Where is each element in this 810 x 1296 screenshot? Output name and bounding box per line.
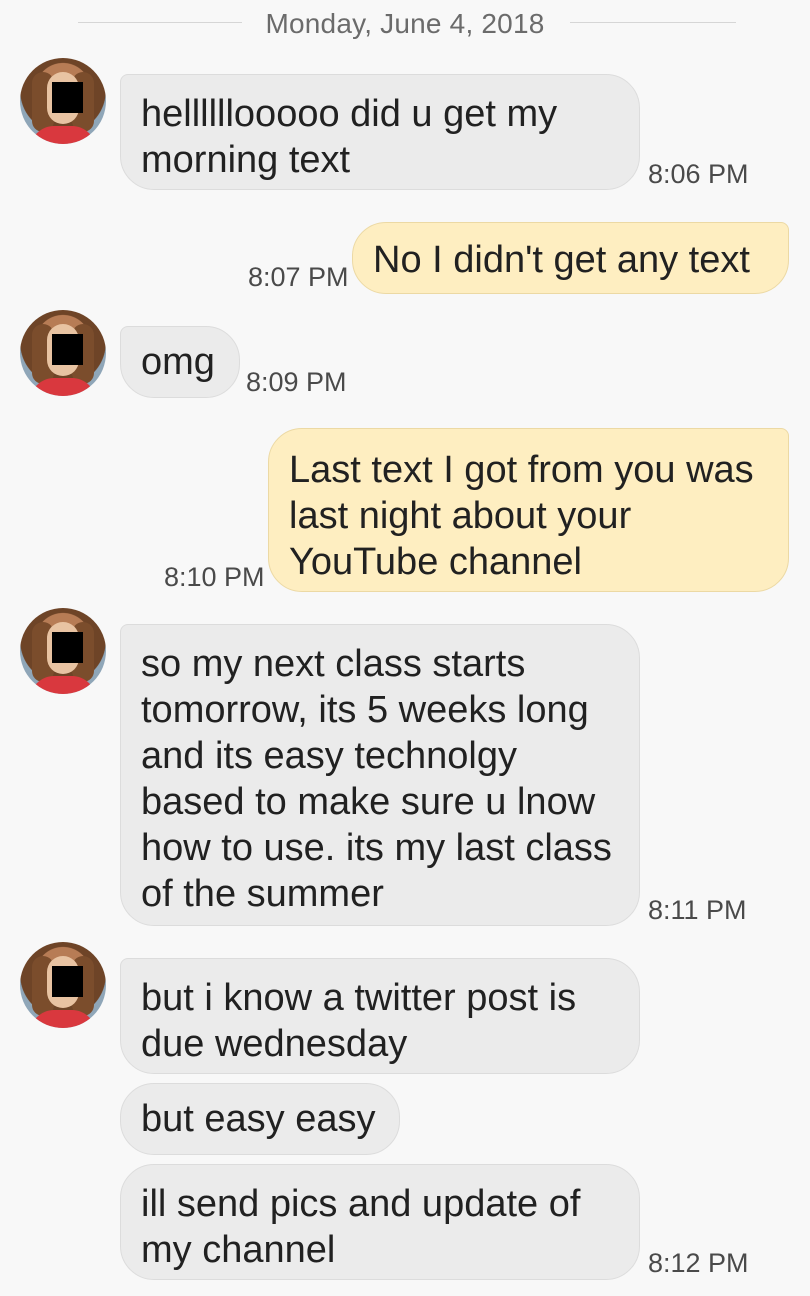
incoming-message[interactable]: hellllllooooo did u get my morning text bbox=[120, 74, 640, 190]
message-timestamp: 8:11 PM bbox=[648, 895, 747, 925]
message-timestamp: 8:10 PM bbox=[164, 562, 265, 592]
message-timestamp: 8:12 PM bbox=[648, 1248, 749, 1278]
date-header: Monday, June 4, 2018 bbox=[265, 8, 545, 39]
date-separator: Monday, June 4, 2018 bbox=[0, 0, 810, 50]
contact-avatar[interactable] bbox=[20, 942, 106, 1028]
incoming-message[interactable]: but easy easy bbox=[120, 1083, 400, 1155]
incoming-message[interactable]: but i know a twitter post is due wednesd… bbox=[120, 958, 640, 1074]
message-timestamp: 8:09 PM bbox=[246, 367, 347, 397]
message-text: No I didn't get any text bbox=[373, 239, 750, 281]
message-text: hellllllooooo did u get my morning text bbox=[141, 93, 558, 181]
redaction-box bbox=[52, 966, 83, 997]
contact-avatar[interactable] bbox=[20, 310, 106, 396]
message-timestamp: 8:07 PM bbox=[248, 262, 349, 292]
incoming-message[interactable]: ill send pics and update of my channel bbox=[120, 1164, 640, 1280]
incoming-message[interactable]: so my next class starts tomorrow, its 5 … bbox=[120, 624, 640, 926]
message-text: but easy easy bbox=[141, 1098, 376, 1140]
message-text: Last text I got from you was last night … bbox=[289, 449, 754, 583]
redaction-box bbox=[52, 632, 83, 663]
message-timestamp: 8:06 PM bbox=[648, 159, 749, 189]
message-text: so my next class starts tomorrow, its 5 … bbox=[141, 643, 612, 915]
redaction-box bbox=[52, 334, 83, 365]
message-text: ill send pics and update of my channel bbox=[141, 1183, 581, 1271]
message-text: omg bbox=[141, 341, 215, 383]
outgoing-message[interactable]: No I didn't get any text bbox=[352, 222, 789, 294]
incoming-message[interactable]: omg bbox=[120, 326, 240, 398]
redaction-box bbox=[52, 82, 83, 113]
contact-avatar[interactable] bbox=[20, 608, 106, 694]
message-text: but i know a twitter post is due wednesd… bbox=[141, 977, 577, 1065]
divider-line bbox=[570, 22, 736, 23]
contact-avatar[interactable] bbox=[20, 58, 106, 144]
outgoing-message[interactable]: Last text I got from you was last night … bbox=[268, 428, 789, 592]
